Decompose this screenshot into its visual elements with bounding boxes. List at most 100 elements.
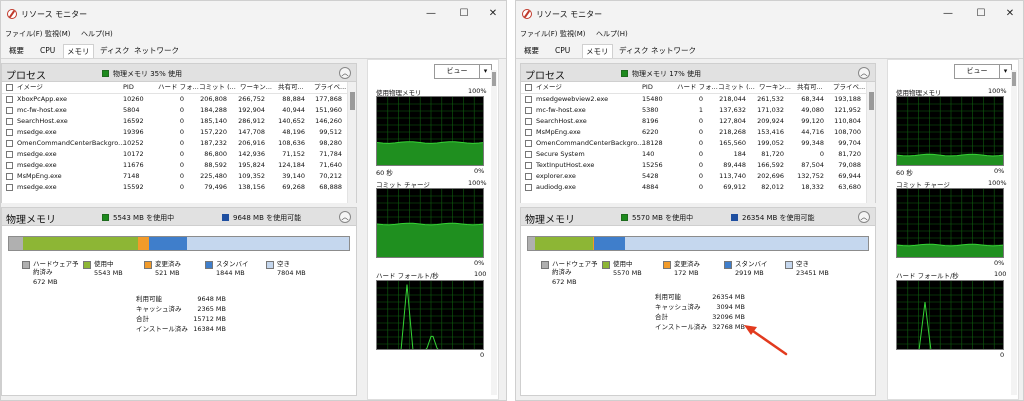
tab-disk[interactable]: ディスク [97,44,132,58]
tab-memory[interactable]: メモリ [63,44,94,58]
row-checkbox[interactable] [525,162,532,169]
minimize-button[interactable]: — [417,6,445,22]
row-checkbox[interactable] [6,173,13,180]
tab-cpu[interactable]: CPU [552,44,573,58]
scrollbar-thumb[interactable] [350,92,355,110]
table-row[interactable]: msedge.exe 11676 0 88,592 195,824 124,184 71,6… [2,160,356,171]
view-button[interactable]: ビュー [434,64,480,79]
row-checkbox[interactable] [6,184,13,191]
row-checkbox[interactable] [525,151,532,158]
table-row[interactable]: msedgewebview2.exe 15480 0 218,044 261,532 68… [521,94,875,105]
table-row[interactable]: mc-fw-host.exe 5380 1 137,632 171,032 49,080 1… [521,105,875,116]
cell-hard-faults: 0 [698,95,703,103]
graphs-scrollbar[interactable] [491,70,497,395]
column-header-image[interactable]: イメージ [17,82,43,93]
menu-help[interactable]: ヘルプ(H) [81,29,113,39]
tab-overview[interactable]: 概要 [6,44,27,58]
tab-overview[interactable]: 概要 [521,44,542,58]
row-checkbox[interactable] [6,107,13,114]
tab-network[interactable]: ネットワーク [648,44,699,58]
column-header-shareable[interactable]: 共有可... [797,82,823,93]
process-section-header[interactable]: プロセス 物理メモリ 35% 使用 ︿ [1,63,357,82]
table-row[interactable]: MsMpEng.exe 6220 0 218,268 153,416 44,716 108,… [521,127,875,138]
collapse-process-button[interactable]: ︿ [339,67,351,79]
bar-in-use [534,237,593,250]
column-header-commit[interactable]: コミット (... [199,82,236,93]
collapse-physical-memory-button[interactable]: ︿ [858,211,870,223]
column-header-pid[interactable]: PID [642,82,653,93]
column-header-pid[interactable]: PID [123,82,134,93]
tab-network[interactable]: ネットワーク [131,44,182,58]
column-header-hard-faults[interactable]: ハード フォ... [677,82,718,93]
tab-memory[interactable]: メモリ [582,44,613,58]
column-header-working-set[interactable]: ワーキン... [240,82,272,93]
close-button[interactable]: ✕ [479,6,506,22]
maximize-button[interactable]: ☐ [967,6,995,22]
scrollbar-thumb[interactable] [1012,72,1016,86]
physical-memory-section-header[interactable]: 物理メモリ 5570 MB を使用中 26354 MB を使用可能 ︿ [520,207,876,226]
table-row[interactable]: msedge.exe 10172 0 86,800 142,936 71,152 71,78… [2,149,356,160]
column-header-private[interactable]: プライベ... [314,82,346,93]
physical-memory-section-header[interactable]: 物理メモリ 5543 MB を使用中 9648 MB を使用可能 ︿ [1,207,357,226]
row-checkbox[interactable] [6,118,13,125]
table-row[interactable]: audiodg.exe 4884 0 69,912 82,012 18,332 63,680 [521,182,875,193]
process-scrollbar[interactable] [866,82,875,203]
table-row[interactable]: mc-fw-host.exe 5804 0 184,288 192,904 40,944 1… [2,105,356,116]
collapse-process-button[interactable]: ︿ [858,67,870,79]
scrollbar-thumb[interactable] [492,72,496,86]
row-checkbox[interactable] [525,96,532,103]
table-row[interactable]: SearchHost.exe 16592 0 185,140 286,912 140,65… [2,116,356,127]
legend-swatch [724,261,732,269]
table-row[interactable]: TextInputHost.exe 15256 0 89,448 166,592 87,5… [521,160,875,171]
memory-stats: 利用可能 9648 MB キャッシュ済み 2365 MB 合計 15712 MB インストー… [136,294,226,334]
legend-swatch [602,261,610,269]
row-checkbox[interactable] [6,162,13,169]
minimize-button[interactable]: — [934,6,962,22]
column-header-working-set[interactable]: ワーキン... [759,82,791,93]
row-checkbox[interactable] [6,151,13,158]
row-checkbox[interactable] [6,140,13,147]
menu-help[interactable]: ヘルプ(H) [596,29,628,39]
row-checkbox[interactable] [525,173,532,180]
row-checkbox[interactable] [525,129,532,136]
row-checkbox[interactable] [525,118,532,125]
table-row[interactable]: OmenCommandCenterBackgro... 18128 0 165,560… [521,138,875,149]
menu-monitor[interactable]: 監視(M) [45,29,71,39]
column-header-private[interactable]: プライベ... [833,82,865,93]
cell-shareable: 68,344 [801,95,824,103]
tab-disk[interactable]: ディスク [616,44,651,58]
menu-file[interactable]: ファイル(F) [5,29,43,39]
table-row[interactable]: XboxPcApp.exe 10260 0 206,808 266,752 88,884 1… [2,94,356,105]
cell-shareable: 99,348 [801,139,824,147]
table-row[interactable]: msedge.exe 19396 0 157,220 147,708 48,196 99,5… [2,127,356,138]
row-checkbox[interactable] [6,96,13,103]
select-all-checkbox[interactable] [6,84,13,91]
column-header-commit[interactable]: コミット (... [718,82,755,93]
table-row[interactable]: explorer.exe 5428 0 113,740 202,696 132,752 69… [521,171,875,182]
row-checkbox[interactable] [6,129,13,136]
scrollbar-thumb[interactable] [869,92,874,110]
column-header-shareable[interactable]: 共有可... [278,82,304,93]
column-header-image[interactable]: イメージ [536,82,562,93]
row-checkbox[interactable] [525,184,532,191]
view-button[interactable]: ビュー [954,64,1000,79]
table-row[interactable]: Secure System 140 0 184 81,720 0 81,720 [521,149,875,160]
process-section-header[interactable]: プロセス 物理メモリ 17% 使用 ︿ [520,63,876,82]
table-row[interactable]: SearchHost.exe 8196 0 127,804 209,924 99,120 1… [521,116,875,127]
close-button[interactable]: ✕ [996,6,1023,22]
graphs-scrollbar[interactable] [1011,70,1017,395]
select-all-checkbox[interactable] [525,84,532,91]
table-row[interactable]: MsMpEng.exe 7148 0 225,480 109,352 39,140 70,2… [2,171,356,182]
row-checkbox[interactable] [525,107,532,114]
table-row[interactable]: msedge.exe 15592 0 79,496 138,156 69,268 68,88… [2,182,356,193]
column-header-hard-faults[interactable]: ハード フォ... [158,82,199,93]
process-scrollbar[interactable] [347,82,356,203]
sections-column: プロセス 物理メモリ 17% 使用 ︿ イメージ PID ハード フォ... コ… [520,59,876,400]
tab-cpu[interactable]: CPU [37,44,58,58]
table-row[interactable]: OmenCommandCenterBackgro... 10252 0 187,232… [2,138,356,149]
menu-file[interactable]: ファイル(F) [520,29,558,39]
row-checkbox[interactable] [525,140,532,147]
collapse-physical-memory-button[interactable]: ︿ [339,211,351,223]
maximize-button[interactable]: ☐ [450,6,478,22]
menu-monitor[interactable]: 監視(M) [560,29,586,39]
